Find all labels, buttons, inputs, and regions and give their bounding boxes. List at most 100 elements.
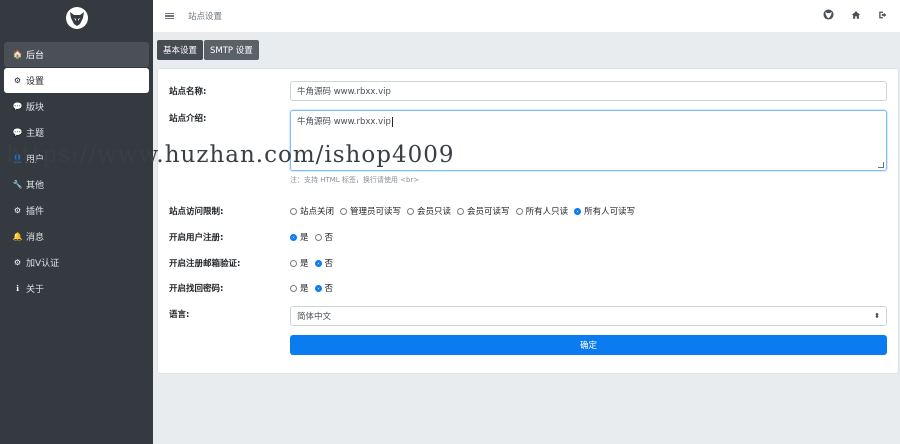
radio-label: 站点关闭 [300,207,335,217]
user-register-label: 开启用户注册: [169,233,224,243]
radio-button-icon[interactable] [457,207,465,215]
site-intro-textarea[interactable]: 牛角源码 www.rbxx.vip [290,110,887,171]
radio-label: 是 [300,284,309,294]
sidebar-item-label: 版块 [26,103,45,113]
page-title: 站点设置 [188,12,223,22]
topbar: 站点设置 [153,0,900,32]
radio-button-icon[interactable] [290,207,297,215]
sidebar-item-5[interactable]: 👤 用户 [4,146,149,171]
logout-icon[interactable] [878,10,888,23]
sidebar-item-10[interactable]: ℹ 关于 [4,276,149,301]
site-intro-label: 站点介绍: [169,114,207,124]
gear-icon: ⚙ [13,76,22,85]
sidebar-item-1[interactable]: 🏠 后台 [4,42,149,67]
radio-button-icon[interactable] [314,284,322,292]
info-icon: ℹ [15,284,20,293]
select-arrows-icon: ⬍ [874,311,880,320]
tab-basic-settings[interactable]: 基本设置 [157,40,204,60]
topbar-actions [823,9,888,23]
user-icon: 👤 [12,154,23,163]
sidebar-item-3[interactable]: 💬 版块 [4,94,149,119]
radio-button-icon[interactable] [340,207,348,215]
language-label: 语言: [169,310,190,320]
cogs-icon: ⚙ [13,206,22,215]
logo-icon[interactable] [823,9,834,23]
find-password-option[interactable]: 否 [314,282,334,294]
radio-label: 否 [324,233,334,243]
radio-label: 会员可读写 [467,207,510,217]
resize-handle-icon[interactable] [878,162,884,168]
access-limit-option[interactable]: 所有人可读写 [574,205,635,217]
access-limit-option[interactable]: 管理员可读写 [340,205,401,217]
sidebar-item-8[interactable]: 🔔 消息 [4,224,149,249]
cogs-icon: ⚙ [13,258,22,267]
radio-button-icon[interactable] [407,207,415,215]
radio-label: 是 [300,259,309,269]
radio-label: 是 [300,233,309,243]
access-limit-option[interactable]: 会员只读 [407,205,451,217]
email-verify-option[interactable]: 是 [290,257,309,269]
radio-label: 所有人可读写 [584,207,636,217]
user-register-option[interactable]: 是 [290,231,309,243]
email-verify-option[interactable]: 否 [314,257,334,269]
user-register-options: 是否 [290,231,887,243]
email-verify-label: 开启注册邮箱验证: [169,259,241,269]
find-password-option[interactable]: 是 [290,282,309,294]
radio-button-icon[interactable] [314,259,322,267]
sidebar-item-label: 用户 [26,155,45,165]
radio-button-icon[interactable] [574,207,582,215]
comment-icon: 💬 [12,102,23,111]
logo[interactable] [0,0,153,36]
site-name-label: 站点名称: [169,87,207,97]
radio-label: 否 [324,284,334,294]
sidebar-item-label: 其他 [26,181,45,191]
site-intro-field: 牛角源码 www.rbxx.vip 注：支持 HTML 标签，换行请使用 <br… [290,110,887,185]
text-caret [391,116,393,127]
sidebar-item-label: 关于 [26,285,45,295]
sidebar-item-label: 消息 [26,233,45,243]
sidebar-menu: 🏠 后台 ⚙ 设置 💬 版块 💬 主题 👤 用户 🔧 其他 ⚙ 插件 🔔 消息 ⚙ 加V认证 ℹ 关于 [0,42,153,301]
language-select[interactable]: 简体中文 ⬍ [290,306,887,326]
sidebar-item-label: 主题 [26,129,45,139]
radio-label: 所有人只读 [525,207,569,217]
find-password-label: 开启找回密码: [169,284,224,294]
tab-smtp-settings[interactable]: SMTP 设置 [204,40,259,60]
site-intro-hint: 注：支持 HTML 标签，换行请使用 <br> [290,176,420,184]
sidebar-item-4[interactable]: 💬 主题 [4,120,149,145]
hamburger-menu-icon[interactable] [165,12,174,20]
access-limit-option[interactable]: 站点关闭 [290,205,334,217]
radio-label: 否 [324,259,334,269]
home-icon: 🏠 [12,50,23,59]
wrench-icon: 🔧 [12,180,23,189]
bell-icon: 🔔 [12,232,23,241]
radio-label: 会员只读 [417,207,452,217]
radio-button-icon[interactable] [290,233,297,241]
bull-logo-icon [65,7,88,29]
user-register-option[interactable]: 否 [314,231,334,243]
home-icon[interactable] [851,10,861,23]
sidebar-item-label: 设置 [26,77,45,87]
access-limit-label: 站点访问限制: [169,207,224,217]
sidebar-item-label: 后台 [26,51,45,61]
radio-button-icon[interactable] [314,233,322,241]
radio-button-icon[interactable] [290,259,297,267]
site-intro-text: 牛角源码 www.rbxx.vip [297,117,391,127]
sidebar-item-9[interactable]: ⚙ 加V认证 [4,250,149,275]
comment-icon: 💬 [12,128,23,137]
submit-button[interactable]: 确定 [290,335,887,355]
email-verify-options: 是否 [290,257,887,269]
radio-label: 管理员可读写 [350,207,402,217]
radio-button-icon[interactable] [290,284,297,292]
find-password-options: 是否 [290,282,887,294]
sidebar-item-7[interactable]: ⚙ 插件 [4,198,149,223]
sidebar-item-label: 插件 [26,207,45,217]
access-limit-options: 站点关闭 管理员可读写 会员只读 会员可读写 所有人只读 所有人可读写 [290,205,887,217]
access-limit-option[interactable]: 所有人只读 [515,205,569,217]
radio-button-icon[interactable] [515,207,523,215]
sidebar-item-2[interactable]: ⚙ 设置 [4,68,149,93]
sidebar-item-label: 加V认证 [26,259,60,269]
sidebar: 🏠 后台 ⚙ 设置 💬 版块 💬 主题 👤 用户 🔧 其他 ⚙ 插件 🔔 消息 ⚙ 加V认证 ℹ 关于 [0,0,153,444]
sidebar-item-6[interactable]: 🔧 其他 [4,172,149,197]
access-limit-option[interactable]: 会员可读写 [457,205,510,217]
site-name-input[interactable]: 牛角源码 www.rbxx.vip [290,81,887,101]
